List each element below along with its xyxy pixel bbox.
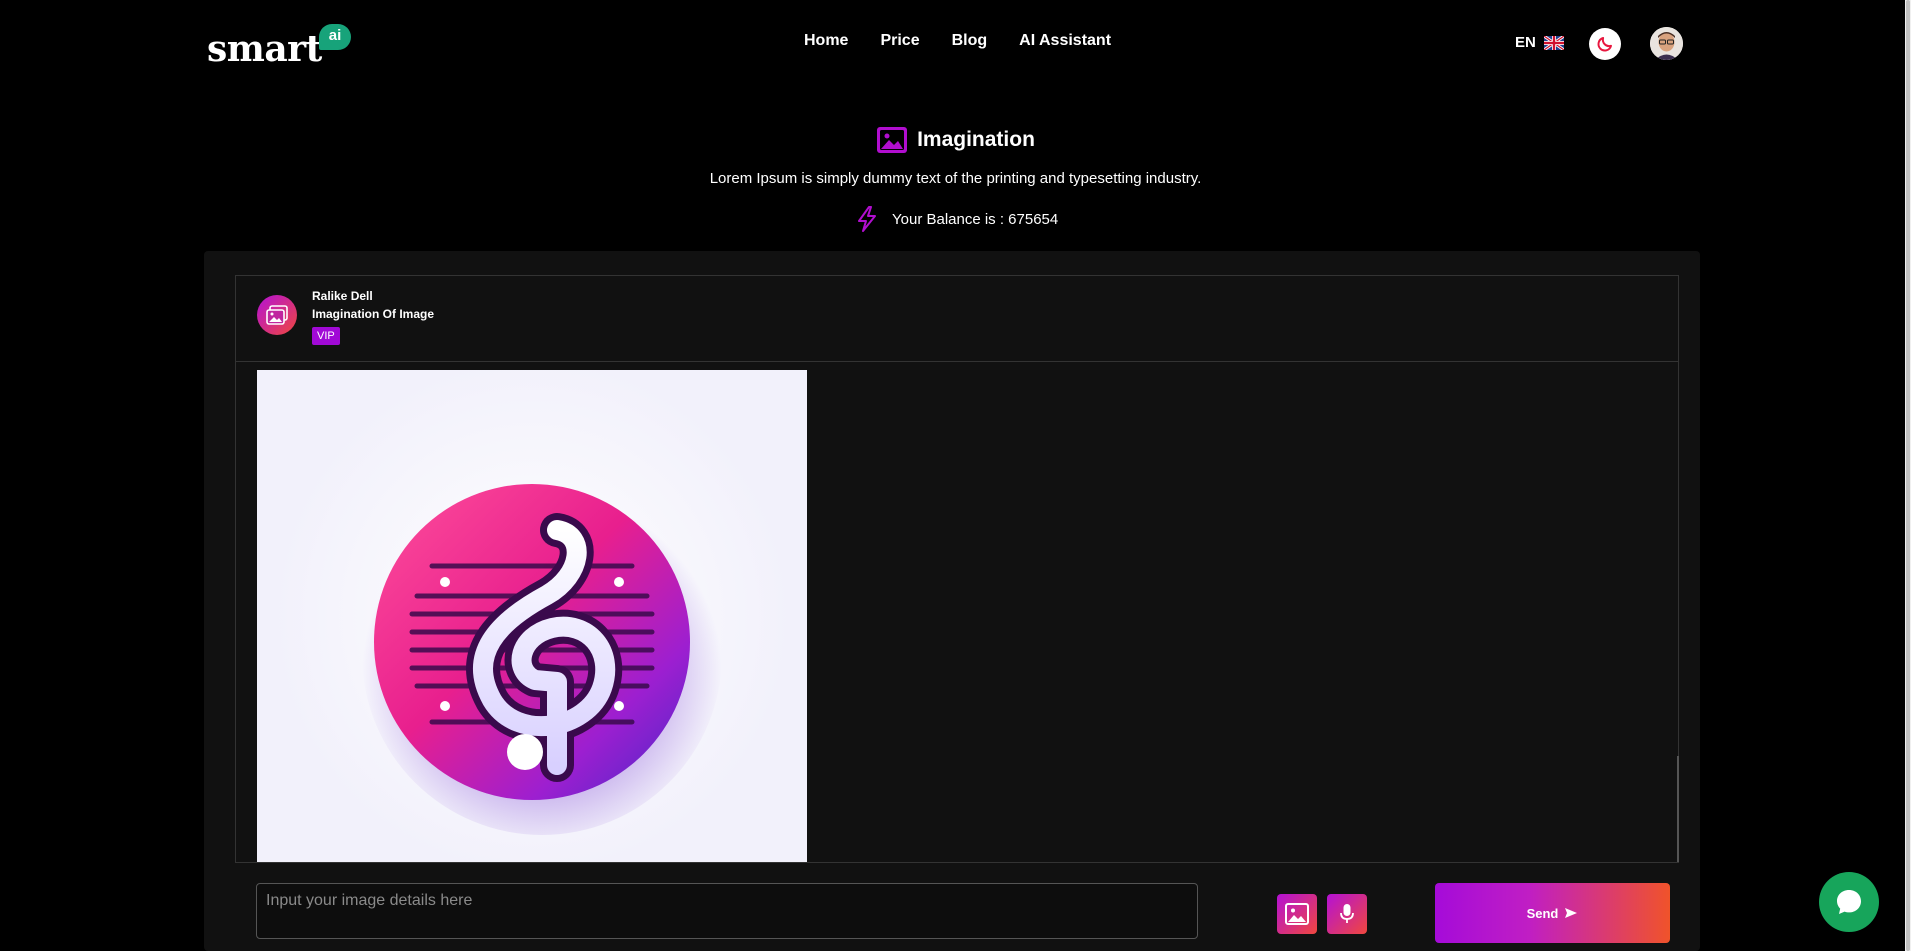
voice-input-button[interactable]: [1327, 894, 1367, 934]
generated-image[interactable]: [257, 370, 807, 862]
send-button-label: Send: [1526, 905, 1559, 921]
nav-home-link[interactable]: Home: [804, 32, 848, 50]
chat-bubble-icon: [1837, 890, 1861, 914]
upload-image-button[interactable]: [1277, 894, 1317, 934]
logo-text: smart: [207, 28, 322, 70]
composer-bar: Send: [235, 862, 1679, 951]
user-avatar-image: [1650, 27, 1683, 60]
moon-icon: [1597, 37, 1612, 52]
image-upload-icon: [1285, 903, 1309, 925]
language-selector[interactable]: EN: [1515, 34, 1564, 51]
gallery-icon: [266, 305, 288, 325]
image-prompt-input[interactable]: [256, 883, 1198, 939]
image-icon: [877, 127, 908, 153]
theme-toggle-button[interactable]: [1589, 28, 1621, 60]
page-title: Imagination: [917, 128, 1035, 151]
chat-scrollbar[interactable]: [1677, 756, 1679, 866]
send-button[interactable]: Send: [1435, 883, 1670, 943]
nav-price-link[interactable]: Price: [880, 32, 919, 50]
nav-links: Home Price Blog AI Assistant: [804, 32, 1111, 50]
logo-badge: ai: [319, 24, 351, 50]
balance-text: Your Balance is : 675654: [892, 210, 1059, 228]
nav-blog-link[interactable]: Blog: [952, 32, 988, 50]
lightning-icon: [858, 206, 876, 232]
vip-badge: VIP: [312, 327, 340, 345]
language-code: EN: [1515, 34, 1536, 51]
send-arrow-icon: [1565, 908, 1578, 918]
uk-flag-icon: [1543, 35, 1564, 50]
nav-ai-assistant-link[interactable]: AI Assistant: [1019, 32, 1111, 50]
top-navbar: smart ai Home Price Blog AI Assistant EN: [0, 0, 1905, 86]
bot-avatar: [257, 295, 297, 335]
balance-display: Your Balance is : 675654: [856, 206, 1058, 232]
microphone-icon: [1340, 904, 1354, 923]
bot-subtitle: Imagination Of Image: [312, 307, 435, 321]
chat-header: Ralike Dell Imagination Of Image VIP: [236, 276, 1678, 362]
page-header: Imagination: [0, 126, 1911, 159]
page-subtitle: Lorem Ipsum is simply dummy text of the …: [709, 170, 1202, 187]
bot-name: Ralike Dell: [312, 289, 373, 303]
user-avatar[interactable]: [1650, 27, 1683, 60]
music-logo-image: [362, 475, 722, 835]
page-scrollbar[interactable]: [1905, 0, 1911, 951]
support-chat-button[interactable]: [1819, 872, 1879, 932]
page-scrollbar-thumb[interactable]: [1906, 0, 1910, 951]
